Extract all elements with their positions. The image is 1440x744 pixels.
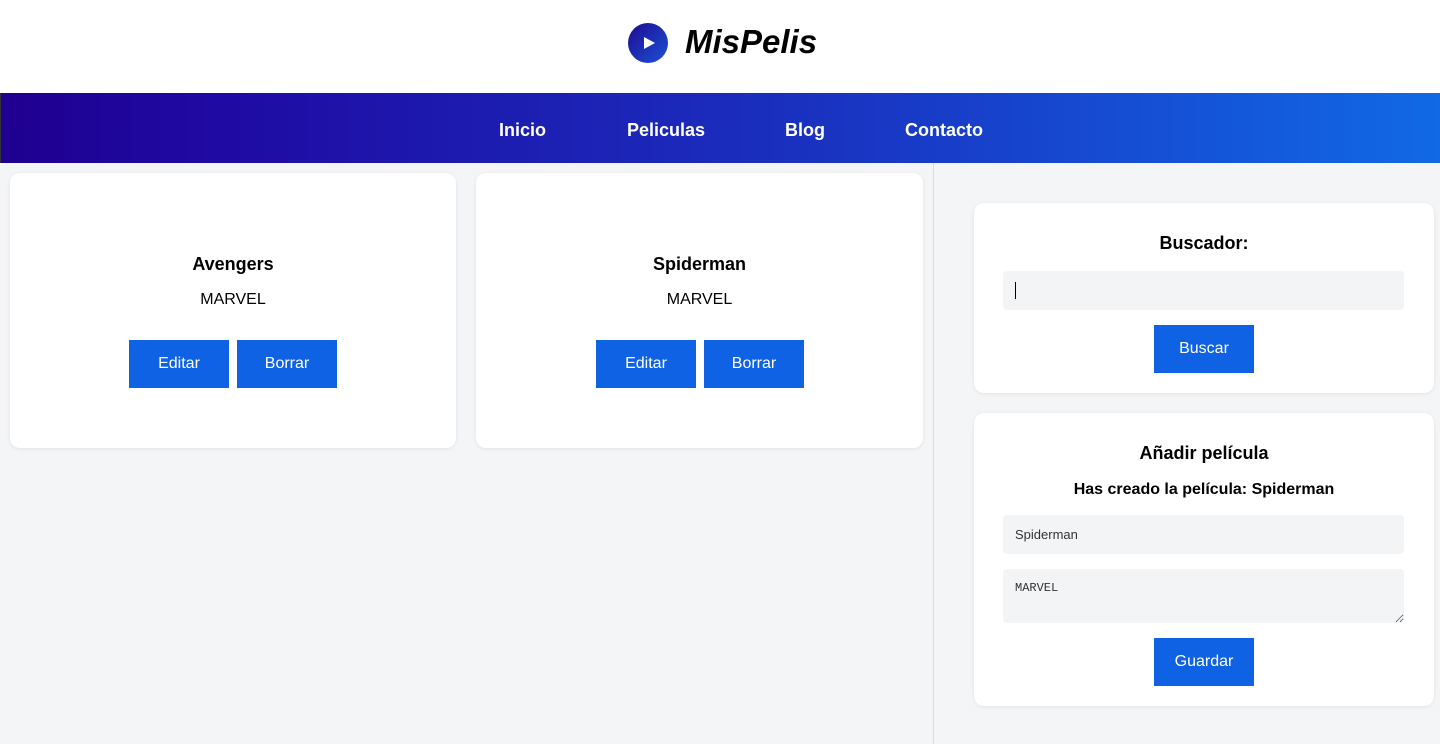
edit-button[interactable]: Editar bbox=[129, 340, 229, 388]
search-input[interactable] bbox=[1003, 271, 1404, 310]
search-heading: Buscador: bbox=[1159, 233, 1249, 253]
text-caret bbox=[1015, 282, 1016, 299]
add-movie-heading: Añadir película bbox=[1139, 443, 1269, 463]
delete-button[interactable]: Borrar bbox=[237, 340, 337, 388]
movie-title: Spiderman bbox=[652, 254, 747, 274]
nav-item-peliculas[interactable]: Peliculas bbox=[627, 93, 705, 163]
edit-button[interactable]: Editar bbox=[596, 340, 696, 388]
search-input-wrapper bbox=[1003, 271, 1404, 310]
movie-card: Spiderman MARVEL Editar Borrar bbox=[476, 173, 923, 448]
play-icon[interactable] bbox=[628, 23, 668, 63]
movie-title-input[interactable] bbox=[1003, 515, 1404, 554]
movie-description: MARVEL bbox=[200, 291, 266, 308]
nav-item-blog[interactable]: Blog bbox=[785, 93, 825, 163]
add-movie-panel: Añadir película Has creado la película: … bbox=[974, 413, 1434, 706]
main-nav: Inicio Peliculas Blog Contacto bbox=[0, 93, 1440, 163]
play-triangle-icon bbox=[644, 37, 655, 49]
site-header: MisPelis bbox=[0, 0, 1440, 93]
nav-item-contacto[interactable]: Contacto bbox=[905, 93, 983, 163]
movie-card: Avengers MARVEL Editar Borrar bbox=[10, 173, 456, 448]
movie-title: Avengers bbox=[192, 254, 274, 274]
movie-description-textarea[interactable]: MARVEL bbox=[1003, 569, 1404, 623]
movie-description: MARVEL bbox=[666, 291, 733, 308]
brand-name[interactable]: MisPelis bbox=[685, 22, 817, 62]
save-button[interactable]: Guardar bbox=[1154, 638, 1254, 686]
search-button[interactable]: Buscar bbox=[1154, 325, 1254, 373]
nav-item-inicio[interactable]: Inicio bbox=[499, 93, 546, 163]
created-message: Has creado la película: Spiderman bbox=[1073, 481, 1335, 498]
sidebar: Buscador: Buscar Añadir película Has cre… bbox=[933, 163, 1440, 744]
search-panel: Buscador: Buscar bbox=[974, 203, 1434, 393]
delete-button[interactable]: Borrar bbox=[704, 340, 804, 388]
